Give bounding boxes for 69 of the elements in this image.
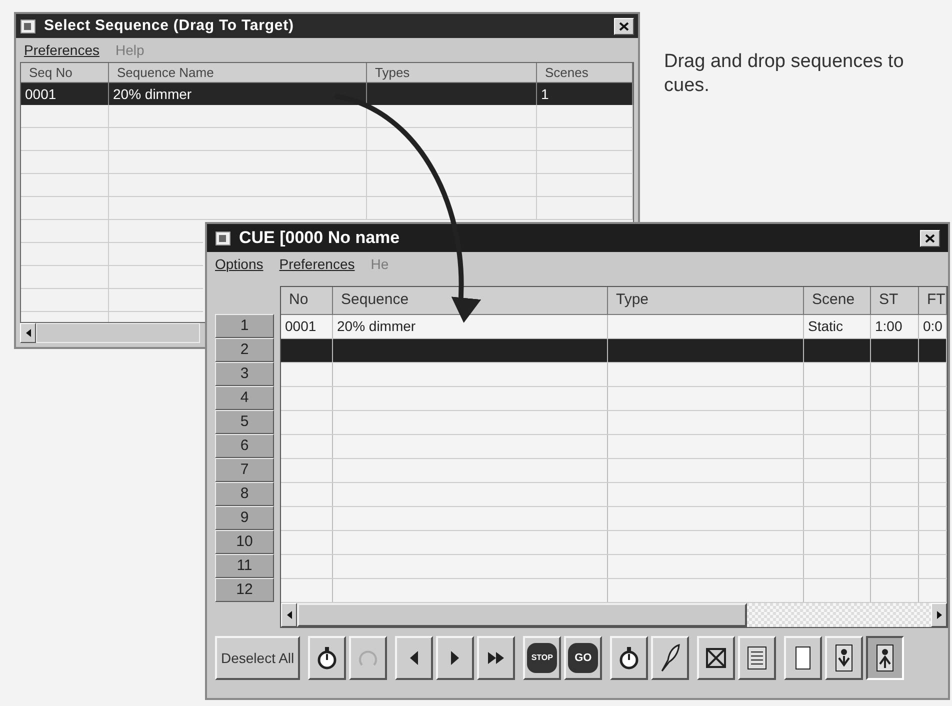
table-cell-text: 1:00 bbox=[875, 317, 902, 336]
table-cell-text: 0:0 bbox=[923, 317, 942, 336]
table-row[interactable] bbox=[281, 339, 947, 363]
window-icon bbox=[20, 18, 36, 34]
page-icon bbox=[795, 646, 812, 670]
scroll-arrow-button[interactable] bbox=[931, 603, 947, 627]
window-title: CUE [0000 No name bbox=[239, 227, 400, 250]
scroll-arrow-button[interactable] bbox=[281, 603, 297, 627]
table-cell-text: 20% dimmer bbox=[113, 84, 192, 104]
person-icon bbox=[835, 644, 854, 672]
deselect-all-button[interactable]: Deselect All bbox=[215, 636, 300, 680]
window-title: Select Sequence (Drag To Target) bbox=[44, 16, 294, 36]
right-arrow-icon bbox=[936, 611, 942, 619]
column-header[interactable]: Seq No bbox=[21, 63, 109, 83]
horizontal-scrollbar[interactable] bbox=[20, 323, 200, 343]
fast-forward-icon bbox=[488, 652, 504, 664]
row-number[interactable]: 9 bbox=[215, 506, 274, 530]
row-number[interactable]: 6 bbox=[215, 434, 274, 458]
table-cell-text: 0001 bbox=[285, 317, 316, 336]
table-row[interactable]: 0001 20% dimmer 1 bbox=[21, 83, 633, 105]
column-header[interactable]: FT bbox=[919, 287, 947, 315]
column-header[interactable]: Types bbox=[367, 63, 537, 83]
column-header[interactable]: Scenes bbox=[537, 63, 633, 83]
row-number[interactable]: 3 bbox=[215, 362, 274, 386]
row-number[interactable]: 12 bbox=[215, 578, 274, 602]
crossed-box-icon bbox=[705, 647, 728, 669]
row-number[interactable]: 5 bbox=[215, 410, 274, 434]
left-triangle-icon bbox=[410, 651, 418, 665]
close-button[interactable] bbox=[614, 18, 634, 34]
menu-item[interactable]: Preferences bbox=[24, 40, 100, 60]
feather-icon bbox=[660, 644, 680, 672]
play-icon bbox=[451, 651, 460, 665]
column-header[interactable]: Type bbox=[608, 287, 804, 315]
sign-button[interactable]: GO bbox=[564, 636, 602, 680]
row-number[interactable]: 11 bbox=[215, 554, 274, 578]
row-number[interactable]: 8 bbox=[215, 482, 274, 506]
column-header[interactable]: Sequence Name bbox=[109, 63, 367, 83]
stopwatch-icon bbox=[618, 646, 640, 670]
row-number[interactable]: 1 bbox=[215, 314, 274, 338]
row-number[interactable]: 2 bbox=[215, 338, 274, 362]
menu-item[interactable]: Options bbox=[215, 254, 264, 274]
scroll-arrow-button[interactable] bbox=[20, 323, 36, 343]
window-icon bbox=[215, 230, 231, 246]
caption-text: Drag and drop sequences to cues. bbox=[664, 50, 905, 98]
menu-item[interactable]: Preferences bbox=[279, 254, 355, 274]
octagon-sign: GO bbox=[568, 643, 598, 673]
octagon-sign: STOP bbox=[527, 643, 558, 673]
list-icon bbox=[747, 646, 768, 670]
row-number[interactable]: 7 bbox=[215, 458, 274, 482]
row-number[interactable]: 10 bbox=[215, 530, 274, 554]
column-header[interactable]: Scene bbox=[804, 287, 871, 315]
left-arrow-icon bbox=[26, 329, 30, 337]
table-cell-text: 1 bbox=[541, 84, 549, 104]
horizontal-scrollbar[interactable] bbox=[281, 603, 947, 627]
stopwatch-icon bbox=[316, 646, 338, 670]
table-cell-text: 0001 bbox=[25, 84, 56, 104]
row-number[interactable]: 4 bbox=[215, 386, 274, 410]
person-icon bbox=[876, 644, 894, 672]
column-header[interactable]: ST bbox=[871, 287, 919, 315]
table-cell-text: Static bbox=[808, 317, 844, 336]
toolbar-button[interactable] bbox=[866, 636, 904, 680]
column-header[interactable]: No bbox=[281, 287, 333, 315]
column-header[interactable]: Sequence bbox=[333, 287, 608, 315]
left-arrow-icon bbox=[286, 611, 292, 619]
table-cell-text: 20% dimmer bbox=[337, 317, 416, 336]
sign-button[interactable]: STOP bbox=[523, 636, 562, 680]
close-icon bbox=[925, 234, 935, 242]
close-button[interactable] bbox=[920, 230, 940, 246]
close-icon bbox=[619, 22, 629, 30]
